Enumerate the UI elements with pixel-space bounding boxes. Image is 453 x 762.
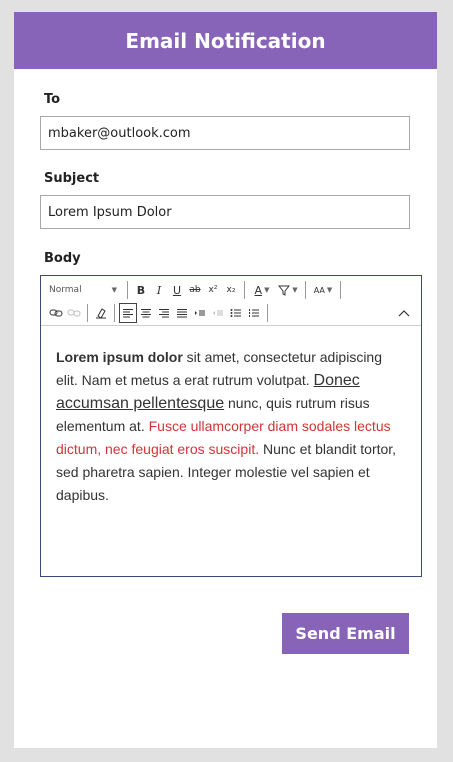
superscript-button[interactable]: x² [204, 280, 222, 300]
toolbar-row-2 [47, 302, 272, 324]
to-label: To [44, 92, 61, 107]
toolbar-divider [114, 304, 115, 322]
underline-button[interactable]: U [168, 280, 186, 300]
font-color-icon: A [254, 283, 263, 297]
font-size-button[interactable]: AA ▼ [310, 280, 336, 300]
rich-text-editor[interactable]: Normal ▼ B I U ab x² x₂ A ▼ ▼ AA ▼ Lorem… [40, 275, 422, 577]
bold-button[interactable]: B [132, 280, 150, 300]
align-right-icon [159, 309, 169, 318]
justify-button[interactable] [173, 303, 191, 323]
collapse-toolbar-button[interactable] [395, 304, 413, 322]
align-left-icon [123, 309, 133, 318]
toolbar-divider [340, 281, 341, 299]
toolbar-divider [127, 281, 128, 299]
font-style-select[interactable]: Normal ▼ [47, 280, 123, 300]
chevron-down-icon: ▼ [264, 286, 270, 294]
font-color-button[interactable]: A ▼ [249, 280, 275, 300]
header-bar: Email Notification [14, 12, 437, 69]
toolbar-row-1: Normal ▼ B I U ab x² x₂ A ▼ ▼ AA ▼ [47, 279, 345, 301]
subject-input[interactable] [40, 195, 410, 229]
bold-text: Lorem ipsum dolor [56, 349, 183, 365]
increase-indent-button[interactable] [191, 303, 209, 323]
insert-link-button[interactable] [47, 303, 65, 323]
font-size-icon: AA [313, 285, 325, 295]
font-style-value: Normal [49, 285, 82, 295]
chevron-down-icon: ▼ [292, 286, 298, 294]
align-right-button[interactable] [155, 303, 173, 323]
email-notification-card: Email Notification To Subject Body Norma… [14, 12, 437, 748]
bulleted-list-icon [230, 309, 241, 317]
numbered-list-button[interactable] [245, 303, 263, 323]
toolbar-divider [267, 304, 268, 322]
clear-formatting-button[interactable] [92, 303, 110, 323]
chevron-up-icon [398, 310, 410, 317]
eraser-icon [96, 308, 106, 319]
link-icon [49, 309, 63, 317]
highlight-color-button[interactable]: ▼ [275, 280, 301, 300]
editor-toolbar: Normal ▼ B I U ab x² x₂ A ▼ ▼ AA ▼ [41, 276, 421, 326]
decrease-indent-button[interactable] [209, 303, 227, 323]
strikethrough-button[interactable]: ab [186, 280, 204, 300]
body-label: Body [44, 251, 81, 266]
numbered-list-icon [249, 309, 259, 317]
toolbar-divider [244, 281, 245, 299]
outdent-icon [213, 310, 223, 316]
toolbar-divider [305, 281, 306, 299]
highlighter-icon [278, 285, 291, 296]
align-center-icon [141, 309, 151, 318]
indent-icon [195, 310, 205, 316]
to-input[interactable] [40, 116, 410, 150]
send-email-button[interactable]: Send Email [282, 613, 409, 654]
remove-link-button[interactable] [65, 303, 83, 323]
unlink-icon [67, 309, 81, 317]
chevron-down-icon: ▼ [111, 286, 117, 294]
subscript-button[interactable]: x₂ [222, 280, 240, 300]
justify-icon [177, 309, 187, 318]
align-left-button[interactable] [119, 303, 137, 323]
italic-button[interactable]: I [150, 280, 168, 300]
subject-label: Subject [44, 171, 100, 186]
chevron-down-icon: ▼ [326, 286, 333, 294]
bulleted-list-button[interactable] [227, 303, 245, 323]
page-title: Email Notification [125, 28, 326, 53]
align-center-button[interactable] [137, 303, 155, 323]
toolbar-divider [87, 304, 88, 322]
editor-content[interactable]: Lorem ipsum dolor sit amet, consectetur … [56, 346, 406, 507]
